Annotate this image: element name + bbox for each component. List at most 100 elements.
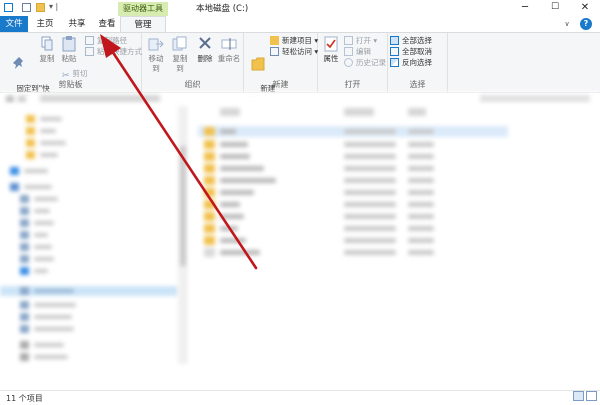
copy-to-label: 复制到 (172, 54, 188, 73)
nav-item[interactable] (0, 266, 178, 276)
ribbon-collapse-icon[interactable]: ∨ (562, 19, 572, 29)
properties-button[interactable]: 属性 (320, 36, 342, 64)
details-view-icon[interactable] (573, 391, 584, 401)
search-box[interactable] (480, 95, 590, 102)
clipboard-group-label: 剪贴板 (58, 80, 83, 89)
invert-selection-button[interactable]: 反向选择 (390, 57, 432, 68)
new-folder-icon[interactable] (36, 3, 45, 12)
column-header-date[interactable] (344, 108, 374, 116)
edit-button[interactable]: 编辑 (344, 46, 371, 57)
organize-group-label: 组织 (184, 80, 201, 89)
nav-item[interactable] (0, 166, 178, 176)
copy-button[interactable]: 复制 (38, 36, 56, 64)
maximize-button[interactable]: ☐ (540, 0, 570, 16)
file-row[interactable] (198, 247, 508, 258)
file-row[interactable] (198, 187, 508, 198)
copy-to-button[interactable]: 复制到 (169, 36, 191, 74)
folder-icon (204, 188, 215, 197)
select-all-icon (390, 36, 399, 45)
large-icons-view-icon[interactable] (586, 391, 597, 401)
file-row[interactable] (198, 211, 508, 222)
nav-item[interactable] (0, 206, 178, 216)
folder-icon (204, 127, 215, 136)
open-icon (344, 36, 353, 45)
nav-item[interactable] (0, 300, 178, 310)
edit-label: 编辑 (356, 47, 371, 56)
column-header-name[interactable] (220, 108, 240, 116)
tab-manage[interactable]: 管理 (120, 16, 166, 32)
nav-item[interactable] (0, 230, 178, 240)
file-row[interactable] (198, 126, 508, 137)
nav-item[interactable] (0, 126, 178, 136)
tab-file[interactable]: 文件 (0, 16, 28, 32)
folder-icon (204, 140, 215, 149)
copy-path-button[interactable]: 复制路径 (85, 35, 127, 46)
scrollbar-thumb[interactable] (180, 146, 186, 266)
quick-access-toolbar: ▾ | (4, 2, 74, 14)
nav-item[interactable] (0, 218, 178, 228)
rename-button[interactable]: 重命名 (217, 36, 241, 64)
ribbon-tab-row: 文件 主页 共享 查看 管理 (0, 16, 600, 33)
open-button[interactable]: 打开 ▾ (344, 35, 377, 46)
back-icon[interactable] (6, 96, 14, 102)
minimize-button[interactable]: ─ (510, 0, 540, 16)
nav-item[interactable] (0, 312, 178, 322)
history-icon (344, 58, 353, 67)
edit-icon (344, 47, 353, 56)
history-button[interactable]: 历史记录 (344, 57, 386, 68)
easy-access-button[interactable]: 轻松访问 ▾ (270, 46, 318, 57)
nav-item[interactable] (0, 254, 178, 264)
nav-item[interactable] (0, 114, 178, 124)
properties-icon[interactable] (4, 3, 13, 12)
nav-item[interactable] (0, 340, 178, 350)
cut-label: 剪切 (72, 69, 88, 78)
nav-item[interactable] (0, 182, 178, 192)
paste-button[interactable]: 粘贴 (58, 36, 80, 64)
file-row[interactable] (198, 175, 508, 186)
file-row[interactable] (198, 163, 508, 174)
checkmark-icon[interactable] (22, 3, 31, 12)
nav-pane-scrollbar[interactable] (178, 106, 188, 364)
nav-item[interactable] (0, 242, 178, 252)
help-icon[interactable]: ? (580, 18, 592, 30)
properties-check-icon (324, 36, 338, 52)
new-item-icon (270, 36, 279, 45)
delete-label: 删除 (197, 54, 213, 63)
close-button[interactable]: ✕ (570, 0, 600, 16)
delete-button[interactable]: 删除 (195, 36, 215, 64)
file-row[interactable] (198, 199, 508, 210)
folder-icon (251, 57, 265, 71)
column-header-type[interactable] (408, 108, 426, 116)
select-none-button[interactable]: 全部取消 (390, 46, 432, 57)
customize-dropdown-icon[interactable]: ▾ | (49, 2, 58, 11)
invert-selection-icon (390, 58, 399, 67)
file-row[interactable] (198, 223, 508, 234)
new-group-label: 新建 (272, 80, 289, 89)
file-icon (204, 248, 215, 257)
nav-item[interactable] (0, 194, 178, 204)
history-label: 历史记录 (356, 58, 386, 67)
file-row[interactable] (198, 151, 508, 162)
tab-share[interactable]: 共享 (62, 16, 92, 32)
forward-icon[interactable] (18, 96, 26, 102)
paste-label: 粘贴 (61, 54, 77, 63)
new-item-button[interactable]: 新建项目 ▾ (270, 35, 318, 46)
delete-icon (199, 37, 211, 49)
folder-icon (204, 224, 215, 233)
rename-icon (221, 38, 237, 50)
address-bar[interactable] (40, 95, 160, 102)
nav-item[interactable] (0, 138, 178, 148)
nav-item[interactable] (0, 352, 178, 362)
paste-shortcut-button[interactable]: 粘贴快捷方式 (85, 46, 142, 57)
nav-item[interactable] (0, 324, 178, 334)
tab-view[interactable]: 查看 (94, 16, 120, 32)
file-row[interactable] (198, 139, 508, 150)
select-all-button[interactable]: 全部选择 (390, 35, 432, 46)
paste-shortcut-label: 粘贴快捷方式 (97, 47, 142, 56)
move-to-button[interactable]: 移动到 (145, 36, 167, 74)
tab-home[interactable]: 主页 (30, 16, 60, 32)
file-row[interactable] (198, 235, 508, 246)
copy-icon (41, 36, 53, 51)
nav-item-selected[interactable] (0, 286, 178, 296)
nav-item[interactable] (0, 150, 178, 160)
